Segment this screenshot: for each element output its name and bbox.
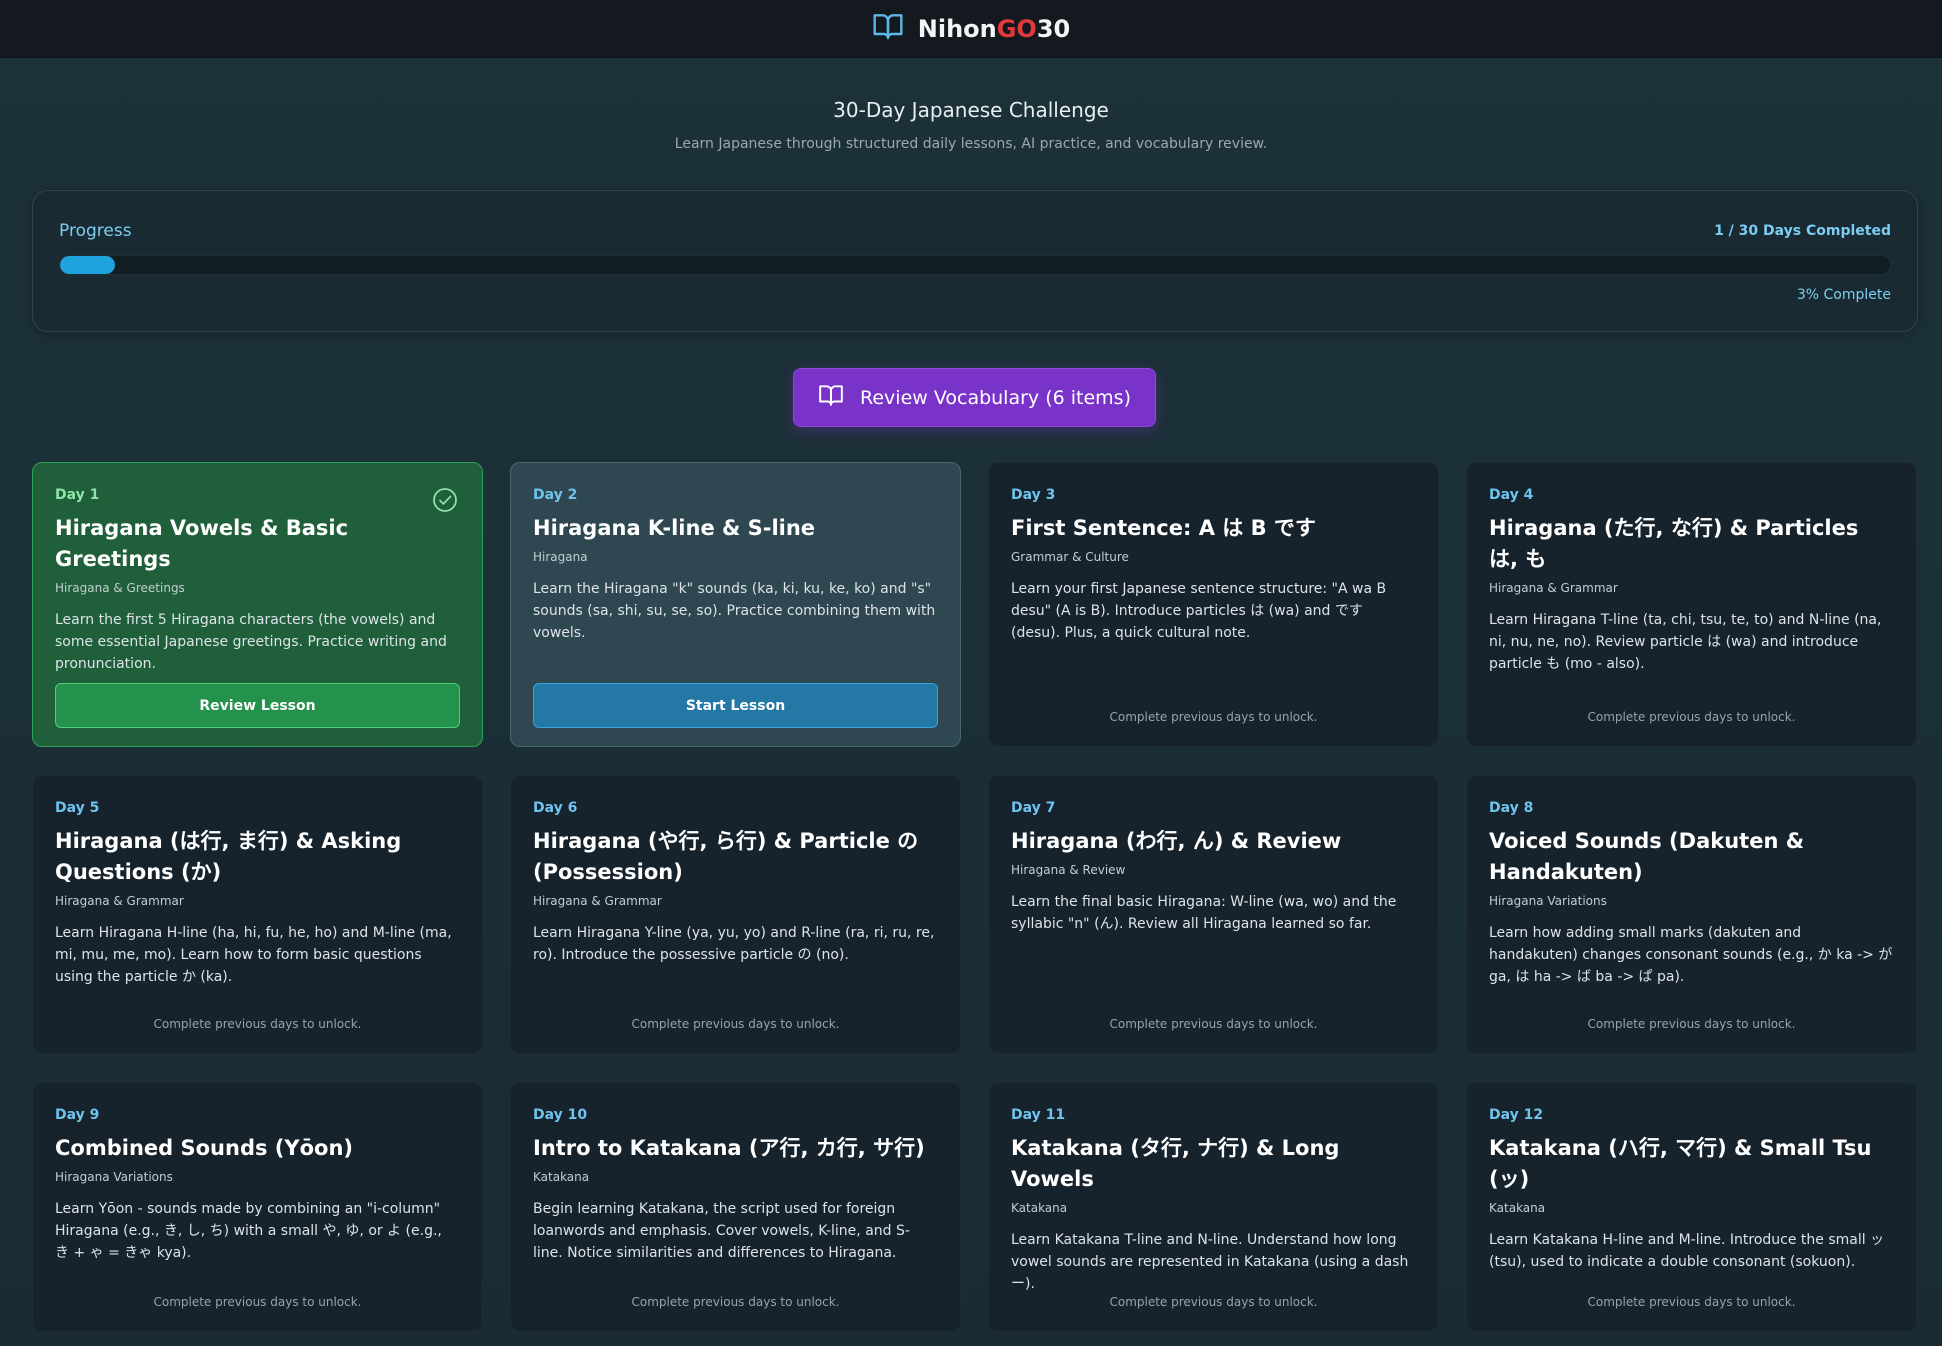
book-icon (818, 382, 844, 413)
lesson-title: Intro to Katakana (ア行, カ行, サ行) (533, 1136, 925, 1160)
lesson-title: First Sentence: A は B です (1011, 516, 1316, 540)
lesson-card: Day 12 Katakana (ハ行, マ行) & Small Tsu (ッ) K… (1466, 1082, 1917, 1332)
lesson-locked-note: Complete previous days to unlock. (1587, 1295, 1796, 1309)
lesson-category: Katakana (1489, 1201, 1546, 1215)
lesson-card: Day 10 Intro to Katakana (ア行, カ行, サ行) Kata… (510, 1082, 961, 1332)
lesson-locked-note: Complete previous days to unlock. (631, 1295, 840, 1309)
lesson-title: Katakana (ハ行, マ行) & Small Tsu (ッ) (1489, 1136, 1872, 1191)
lesson-title: Hiragana (わ行, ん) & Review (1011, 829, 1342, 853)
lesson-locked-note: Complete previous days to unlock. (1109, 710, 1318, 724)
lesson-description: Learn Hiragana Y-line (ya, yu, yo) and R… (533, 925, 935, 963)
lesson-card[interactable]: Day 2 Hiragana K-line & S-line Hiragana Lea… (510, 462, 961, 747)
lesson-day-label: Day 6 (533, 800, 578, 816)
lesson-category: Hiragana & Greetings (55, 581, 185, 595)
lesson-card: Day 11 Katakana (タ行, ナ行) & Long Vowels Kat… (988, 1082, 1439, 1332)
lesson-grid: Day 1 Hiragana Vowels & Basic Greetings Hi… (32, 462, 1918, 1332)
lesson-day-label: Day 2 (533, 487, 578, 503)
lesson-title: Hiragana (や行, ら行) & Particle の (Possessi… (533, 829, 919, 884)
lesson-locked-note: Complete previous days to unlock. (1587, 710, 1796, 724)
progress-label: Progress (59, 221, 132, 241)
lesson-category: Hiragana & Grammar (1489, 581, 1618, 595)
lesson-card[interactable]: Day 1 Hiragana Vowels & Basic Greetings Hi… (32, 462, 483, 747)
lesson-category: Hiragana & Grammar (533, 894, 662, 908)
lesson-description: Learn Hiragana T-line (ta, chi, tsu, te,… (1489, 612, 1882, 672)
lesson-card: Day 9 Combined Sounds (Yōon) Hiragana Vari… (32, 1082, 483, 1332)
lesson-card: Day 8 Voiced Sounds (Dakuten & Handakuten… (1466, 775, 1917, 1054)
brand-logo[interactable]: NihonGO30 (872, 10, 1071, 48)
lesson-locked-note: Complete previous days to unlock. (153, 1295, 362, 1309)
progress-bar (59, 255, 1891, 275)
lesson-title: Voiced Sounds (Dakuten & Handakuten) (1489, 829, 1805, 884)
progress-card: Progress 1 / 30 Days Completed 3% Comple… (32, 190, 1918, 332)
lesson-card: Day 6 Hiragana (や行, ら行) & Particle の (Pos… (510, 775, 961, 1054)
lesson-day-label: Day 9 (55, 1107, 100, 1123)
lesson-day-label: Day 5 (55, 800, 100, 816)
lesson-day-label: Day 1 (55, 487, 100, 503)
progress-bar-fill (60, 256, 115, 274)
lesson-category: Hiragana & Grammar (55, 894, 184, 908)
lesson-title: Combined Sounds (Yōon) (55, 1136, 353, 1160)
book-icon (872, 10, 904, 48)
lesson-day-label: Day 12 (1489, 1107, 1544, 1123)
lesson-description: Learn Katakana T-line and N-line. Unders… (1011, 1232, 1409, 1292)
lesson-day-label: Day 3 (1011, 487, 1056, 503)
progress-percent: 3% Complete (1796, 287, 1891, 303)
review-vocabulary-label: Review Vocabulary (6 items) (860, 386, 1131, 409)
hero: 30-Day Japanese Challenge Learn Japanese… (0, 98, 1942, 152)
lesson-description: Learn Yōon - sounds made by combining an… (55, 1201, 442, 1261)
lesson-card: Day 5 Hiragana (は行, ま行) & Asking Question… (32, 775, 483, 1054)
lesson-title: Hiragana (は行, ま行) & Asking Questions (か) (55, 829, 402, 884)
lesson-day-label: Day 10 (533, 1107, 588, 1123)
lesson-title: Katakana (タ行, ナ行) & Long Vowels (1011, 1136, 1340, 1191)
lesson-card: Day 3 First Sentence: A は B です Grammar & C… (988, 462, 1439, 747)
check-circle-icon (432, 487, 458, 513)
lesson-description: Learn the Hiragana "k" sounds (ka, ki, k… (533, 581, 936, 641)
lesson-locked-note: Complete previous days to unlock. (631, 1017, 840, 1031)
lesson-card: Day 4 Hiragana (た行, な行) & Particles は, も H… (1466, 462, 1917, 747)
lesson-category: Hiragana (533, 550, 588, 564)
brand-name: NihonGO30 (917, 14, 1071, 43)
lesson-day-label: Day 8 (1489, 800, 1534, 816)
lesson-title: Hiragana (た行, な行) & Particles は, も (1489, 516, 1859, 571)
lesson-description: Learn how adding small marks (dakuten an… (1489, 925, 1893, 985)
lesson-description: Learn Hiragana H-line (ha, hi, fu, he, h… (55, 925, 452, 985)
lesson-locked-note: Complete previous days to unlock. (1587, 1017, 1796, 1031)
page-title: 30-Day Japanese Challenge (833, 98, 1109, 122)
lesson-description: Learn the final basic Hiragana: W-line (… (1011, 894, 1397, 932)
lesson-category: Hiragana Variations (1489, 894, 1607, 908)
lesson-card: Day 7 Hiragana (わ行, ん) & Review Hiragana &… (988, 775, 1439, 1054)
lesson-category: Hiragana & Review (1011, 863, 1126, 877)
lesson-day-label: Day 4 (1489, 487, 1534, 503)
lesson-category: Grammar & Culture (1011, 550, 1129, 564)
progress-count: 1 / 30 Days Completed (1714, 223, 1891, 239)
lesson-description: Learn your first Japanese sentence struc… (1011, 581, 1387, 641)
lesson-title: Hiragana K-line & S-line (533, 516, 816, 540)
lesson-description: Begin learning Katakana, the script used… (533, 1201, 910, 1261)
lesson-locked-note: Complete previous days to unlock. (1109, 1295, 1318, 1309)
lesson-description: Learn Katakana H-line and M-line. Introd… (1489, 1232, 1885, 1270)
lesson-category: Hiragana Variations (55, 1170, 173, 1184)
lesson-day-label: Day 7 (1011, 800, 1056, 816)
lesson-category: Katakana (1011, 1201, 1068, 1215)
lesson-category: Katakana (533, 1170, 590, 1184)
lesson-locked-note: Complete previous days to unlock. (153, 1017, 362, 1031)
review-lesson-button[interactable]: Review Lesson (55, 683, 460, 728)
lesson-title: Hiragana Vowels & Basic Greetings (55, 516, 349, 571)
lesson-description: Learn the first 5 Hiragana characters (t… (55, 612, 447, 672)
lesson-locked-note: Complete previous days to unlock. (1109, 1017, 1318, 1031)
review-vocabulary-button[interactable]: Review Vocabulary (6 items) (793, 368, 1156, 427)
top-bar: NihonGO30 (0, 0, 1942, 58)
page-subtitle: Learn Japanese through structured daily … (674, 136, 1268, 152)
lesson-day-label: Day 11 (1011, 1107, 1066, 1123)
start-lesson-button[interactable]: Start Lesson (533, 683, 938, 728)
